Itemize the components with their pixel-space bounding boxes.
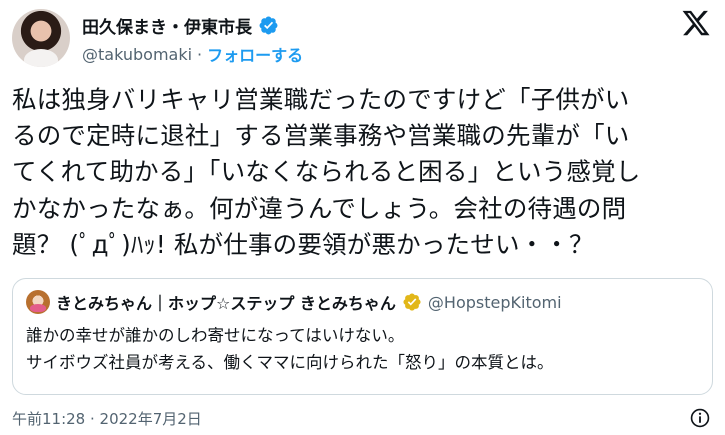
- x-logo-icon[interactable]: [681, 8, 711, 38]
- tweet-line: 私は独身バリキャリ営業職だったのですけど「子供がい: [12, 85, 630, 114]
- tweet-footer: 午前11:28 · 2022年7月2日: [12, 407, 713, 431]
- author-name-row: 田久保まき・伊東市長: [82, 13, 279, 38]
- tweet-line: かなかったなぁ。何が違うんでしょう。会社の待遇の問: [12, 193, 627, 223]
- quoted-tweet-line: 誰かの幸せが誰かのしわ寄せになってはいけない。: [26, 326, 405, 345]
- separator-dot: ·: [197, 44, 203, 64]
- quoted-author-name: きとみちゃん｜ホップ☆ステップ きとみちゃん: [56, 294, 396, 313]
- tweet-line: 題？ (ﾟдﾟ)ﾊｯ! 私が仕事の要領が悪かったせい・・？: [12, 229, 594, 259]
- tweet-line: てくれて助かる」「いなくなられると困る」という感覚し: [12, 157, 641, 187]
- tweet-line: るので定時に退社」する営業事務や営業職の先輩が「い: [12, 121, 630, 151]
- quoted-author-avatar: [26, 290, 50, 314]
- author-avatar[interactable]: [12, 9, 70, 67]
- tweet-text: 私は独身バリキャリ営業職だったのですけど「子供がい るので定時に退社」する営業事…: [12, 82, 713, 263]
- author-handle[interactable]: @takubomaki: [82, 45, 192, 64]
- info-icon[interactable]: [689, 407, 711, 429]
- author-name[interactable]: 田久保まき・伊東市長: [82, 13, 252, 38]
- follow-button[interactable]: フォローする: [207, 42, 303, 66]
- quoted-tweet-header: きとみちゃん｜ホップ☆ステップ きとみちゃん @HopstepKitomi: [26, 290, 562, 314]
- quoted-tweet-card[interactable]: きとみちゃん｜ホップ☆ステップ きとみちゃん @HopstepKitomi 誰か…: [12, 278, 713, 395]
- quoted-tweet-text: 誰かの幸せが誰かのしわ寄せになってはいけない。 サイボウズ社員が考える、働くママ…: [26, 322, 696, 376]
- tweet-header: 田久保まき・伊東市長 @takubomaki · フォローする: [12, 6, 713, 70]
- gold-verified-badge-icon: [403, 293, 421, 311]
- quoted-tweet-line: サイボウズ社員が考える、働くママに向けられた「怒り」の本質とは。: [26, 353, 554, 372]
- author-handle-row: @takubomaki · フォローする: [82, 42, 303, 66]
- verified-badge-icon: [259, 16, 278, 34]
- tweet-timestamp[interactable]: 午前11:28 · 2022年7月2日: [12, 408, 202, 429]
- quoted-author-handle: @HopstepKitomi: [427, 292, 562, 312]
